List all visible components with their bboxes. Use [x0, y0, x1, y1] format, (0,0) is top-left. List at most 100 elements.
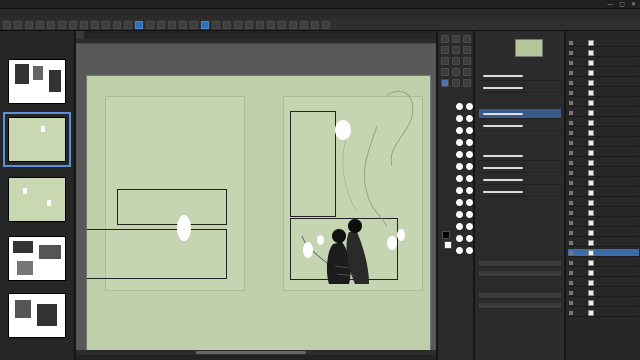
speech-balloon[interactable]: [335, 120, 351, 140]
tool-button[interactable]: [441, 57, 449, 65]
property-slider[interactable]: [479, 271, 561, 277]
tool-button[interactable]: [463, 79, 471, 87]
command-button-active[interactable]: [135, 20, 143, 29]
layer-row[interactable]: [568, 149, 639, 157]
layer-row[interactable]: [568, 59, 639, 67]
layer-row[interactable]: [568, 139, 639, 147]
brush-size-dot[interactable]: [456, 223, 463, 230]
layer-row[interactable]: [568, 309, 639, 317]
property-slider[interactable]: [479, 293, 561, 299]
brush-size-dot[interactable]: [466, 139, 473, 146]
command-button[interactable]: [91, 20, 99, 29]
eye-icon[interactable]: [569, 51, 573, 55]
fill-tool-icon[interactable]: [463, 46, 471, 54]
eye-icon[interactable]: [569, 131, 573, 135]
eye-icon[interactable]: [569, 211, 573, 215]
brush-size-dot[interactable]: [466, 211, 473, 218]
speech-balloon[interactable]: [317, 235, 324, 245]
eye-icon[interactable]: [569, 141, 573, 145]
command-button[interactable]: [168, 20, 176, 29]
tool-button[interactable]: [441, 68, 449, 76]
eye-icon[interactable]: [569, 271, 573, 275]
command-button[interactable]: [80, 20, 88, 29]
page-thumbnail[interactable]: [8, 293, 66, 338]
brush-item-selected[interactable]: [479, 109, 561, 119]
brush-size-dot[interactable]: [456, 187, 463, 194]
eye-icon[interactable]: [569, 241, 573, 245]
command-button[interactable]: [212, 20, 220, 29]
command-button[interactable]: [179, 20, 187, 29]
command-button[interactable]: [267, 20, 275, 29]
eye-icon[interactable]: [569, 301, 573, 305]
layer-row[interactable]: [568, 179, 639, 187]
brush-item[interactable]: [479, 151, 561, 161]
layer-row[interactable]: [568, 99, 639, 107]
layer-row[interactable]: [568, 259, 639, 267]
command-button[interactable]: [234, 20, 242, 29]
command-button[interactable]: [3, 20, 11, 29]
tool-button[interactable]: [463, 68, 471, 76]
page-thumbnail[interactable]: [8, 236, 66, 281]
document-tab[interactable]: [76, 31, 85, 39]
speech-balloon[interactable]: [397, 229, 405, 241]
command-button[interactable]: [113, 20, 121, 29]
layer-row[interactable]: [568, 39, 639, 47]
sub-color-swatch[interactable]: [444, 241, 452, 249]
brush-size-dot[interactable]: [466, 127, 473, 134]
layer-row[interactable]: [568, 79, 639, 87]
brush-size-dot[interactable]: [456, 199, 463, 206]
speech-balloon[interactable]: [177, 215, 191, 241]
eraser-tool-icon[interactable]: [452, 46, 460, 54]
command-button[interactable]: [245, 20, 253, 29]
layer-row[interactable]: [568, 129, 639, 137]
zoom-tool-icon[interactable]: [452, 35, 460, 43]
canvas-area[interactable]: [76, 44, 436, 350]
brush-size-dot[interactable]: [456, 211, 463, 218]
eye-icon[interactable]: [569, 201, 573, 205]
eye-icon[interactable]: [569, 161, 573, 165]
brush-size-dot[interactable]: [466, 235, 473, 242]
command-button[interactable]: [47, 20, 55, 29]
brush-item[interactable]: [479, 163, 561, 173]
eye-icon[interactable]: [569, 41, 573, 45]
brush-size-dot[interactable]: [456, 127, 463, 134]
eye-icon[interactable]: [569, 71, 573, 75]
layer-row[interactable]: [568, 69, 639, 77]
command-button[interactable]: [190, 20, 198, 29]
command-button[interactable]: [36, 20, 44, 29]
eye-icon[interactable]: [569, 61, 573, 65]
command-button[interactable]: [58, 20, 66, 29]
command-button[interactable]: [25, 20, 33, 29]
command-button[interactable]: [102, 20, 110, 29]
property-slider[interactable]: [479, 261, 561, 267]
scrollbar-thumb[interactable]: [196, 351, 306, 354]
page-thumbnail-selected[interactable]: [3, 112, 71, 167]
brush-size-dot[interactable]: [466, 223, 473, 230]
brush-item[interactable]: [479, 83, 561, 93]
command-button[interactable]: [146, 20, 154, 29]
tool-button[interactable]: [452, 79, 460, 87]
brush-size-dot[interactable]: [466, 103, 473, 110]
maximize-icon[interactable]: ▢: [619, 1, 625, 8]
brush-item[interactable]: [479, 121, 561, 131]
brush-tool-icon[interactable]: [441, 46, 449, 54]
eye-icon[interactable]: [569, 281, 573, 285]
eye-icon[interactable]: [569, 111, 573, 115]
brush-size-dot[interactable]: [466, 199, 473, 206]
layer-row[interactable]: [568, 299, 639, 307]
layer-row[interactable]: [568, 279, 639, 287]
navigator-preview[interactable]: [515, 39, 543, 57]
brush-size-dot[interactable]: [466, 175, 473, 182]
page-thumbnail[interactable]: [8, 177, 66, 222]
layer-row[interactable]: [568, 219, 639, 227]
page-thumbnail[interactable]: [8, 59, 66, 104]
brush-size-dot[interactable]: [456, 235, 463, 242]
brush-size-dot[interactable]: [466, 115, 473, 122]
layer-row[interactable]: [568, 49, 639, 57]
layer-row[interactable]: [568, 289, 639, 297]
property-slider[interactable]: [479, 303, 561, 309]
close-icon[interactable]: ✕: [631, 1, 636, 8]
layer-row[interactable]: [568, 239, 639, 247]
layer-row[interactable]: [568, 119, 639, 127]
layer-row[interactable]: [568, 209, 639, 217]
